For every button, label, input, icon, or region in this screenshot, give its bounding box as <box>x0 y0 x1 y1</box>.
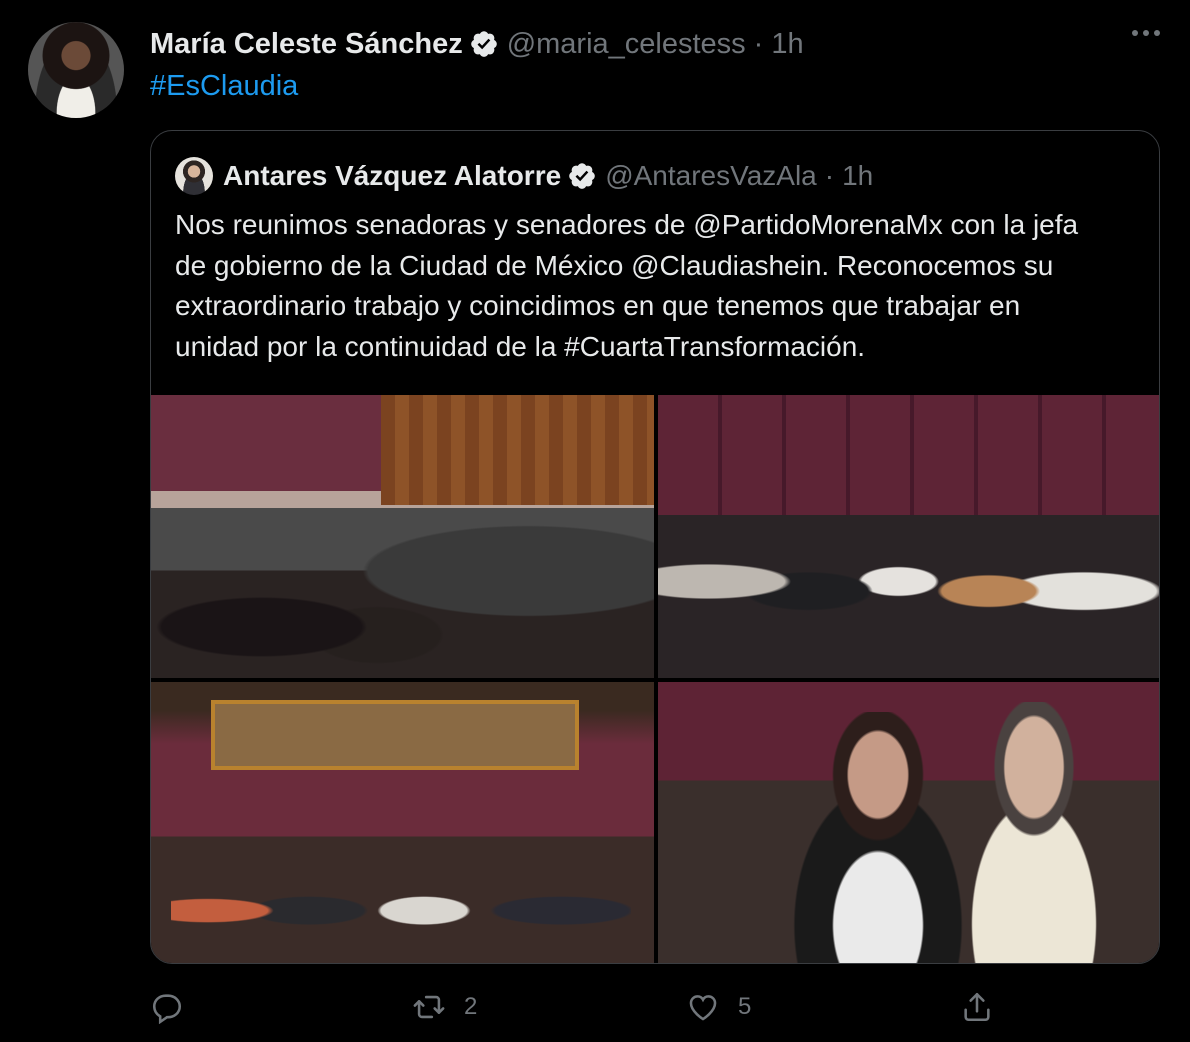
retweet-icon <box>413 995 445 1019</box>
like-button[interactable]: 5 <box>686 990 751 1024</box>
heart-icon <box>689 995 717 1021</box>
reply-icon <box>152 994 182 1024</box>
quoted-author-handle: @AntaresVazAla <box>605 160 817 191</box>
more-options-icon[interactable] <box>1132 30 1160 36</box>
share-icon <box>964 992 990 1022</box>
separator: · <box>824 160 835 191</box>
media-photo-portrait[interactable] <box>658 682 1159 963</box>
tweet-time[interactable]: 1h <box>771 28 803 61</box>
tweet-header: María Celeste Sánchez @maria_celestess ·… <box>150 26 804 62</box>
verified-badge-icon <box>567 161 597 191</box>
quoted-header: Antares Vázquez Alatorre @AntaresVazAla … <box>175 157 873 195</box>
quoted-author-avatar <box>175 157 213 195</box>
share-button[interactable] <box>960 990 994 1024</box>
author-handle[interactable]: @maria_celestess <box>507 28 746 61</box>
quoted-tweet[interactable]: Antares Vázquez Alatorre @AntaresVazAla … <box>150 130 1160 964</box>
quoted-time: 1h <box>842 160 874 191</box>
quoted-author-name: Antares Vázquez Alatorre <box>223 160 562 191</box>
media-photo-group[interactable] <box>658 395 1159 678</box>
author-name[interactable]: María Celeste Sánchez <box>150 28 463 61</box>
quoted-text: Nos reunimos senadoras y senadores de @P… <box>175 209 1079 362</box>
action-bar: 2 5 <box>150 986 1158 1034</box>
retweet-count: 2 <box>464 993 478 1020</box>
verified-badge-icon <box>469 29 499 59</box>
retweet-button[interactable]: 2 <box>412 990 477 1024</box>
reply-button[interactable] <box>150 990 202 1024</box>
separator: · <box>753 27 764 60</box>
media-photo-meeting[interactable] <box>151 395 654 678</box>
like-count: 5 <box>738 993 752 1020</box>
author-avatar[interactable] <box>28 22 124 118</box>
tweet-text-hashtag[interactable]: #EsClaudia <box>150 70 298 103</box>
media-photo-room-group[interactable] <box>151 682 654 963</box>
